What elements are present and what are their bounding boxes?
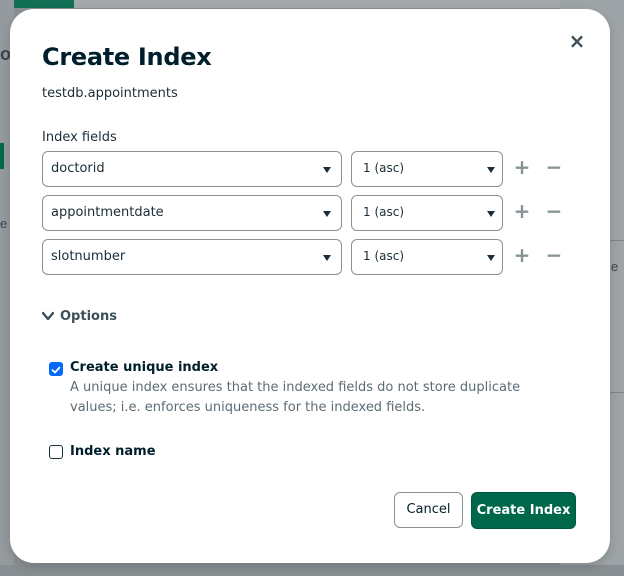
index-fields-label: Index fields <box>42 130 117 145</box>
field-direction-select[interactable]: 1 (asc) <box>351 151 503 187</box>
backdrop-bottom <box>0 565 624 576</box>
close-icon[interactable]: × <box>567 31 587 51</box>
field-name-select[interactable]: doctorid <box>42 151 342 187</box>
field-direction-value: 1 (asc) <box>363 161 405 175</box>
index-field-row: doctorid 1 (asc) + − <box>42 151 562 187</box>
field-name-select[interactable]: appointmentdate <box>42 195 342 231</box>
index-field-row: appointmentdate 1 (asc) + − <box>42 195 562 231</box>
unique-index-checkbox[interactable] <box>49 362 63 376</box>
options-toggle[interactable]: Options <box>41 309 117 324</box>
cancel-button[interactable]: Cancel <box>394 492 463 528</box>
unique-index-description: A unique index ensures that the indexed … <box>70 380 521 415</box>
caret-down-icon <box>487 211 495 217</box>
field-name-value: appointmentdate <box>51 205 164 220</box>
chevron-down-icon <box>41 309 56 324</box>
modal-title: Create Index <box>42 43 212 71</box>
remove-field-icon[interactable]: − <box>544 201 564 221</box>
add-field-icon[interactable]: + <box>512 157 532 177</box>
backdrop-button-edge <box>0 143 4 169</box>
field-name-select[interactable]: slotnumber <box>42 239 342 275</box>
scroll-fade <box>10 459 610 479</box>
index-field-row: slotnumber 1 (asc) + − <box>42 239 562 275</box>
backdrop-text-fragment: e <box>611 259 619 274</box>
create-index-button[interactable]: Create Index <box>471 492 576 529</box>
field-direction-select[interactable]: 1 (asc) <box>351 195 503 231</box>
backdrop-top-strip <box>0 0 624 8</box>
create-index-modal: × Create Index testdb.appointments Index… <box>10 9 610 563</box>
caret-down-icon <box>487 255 495 261</box>
options-label: Options <box>60 309 117 324</box>
caret-down-icon <box>323 167 331 173</box>
backdrop-text-fragment: e <box>0 216 8 231</box>
caret-down-icon <box>487 167 495 173</box>
unique-index-label: Create unique index <box>70 360 219 375</box>
check-icon <box>51 366 61 374</box>
index-name-label: Index name <box>70 444 156 459</box>
field-direction-value: 1 (asc) <box>363 205 405 219</box>
field-direction-value: 1 (asc) <box>363 249 405 263</box>
field-name-value: slotnumber <box>51 249 126 264</box>
caret-down-icon <box>323 255 331 261</box>
remove-field-icon[interactable]: − <box>544 245 564 265</box>
namespace-label: testdb.appointments <box>42 86 178 101</box>
add-field-icon[interactable]: + <box>512 245 532 265</box>
caret-down-icon <box>323 211 331 217</box>
backdrop-divider <box>608 392 624 393</box>
backdrop-divider <box>608 240 624 241</box>
index-name-checkbox[interactable] <box>49 445 63 459</box>
add-field-icon[interactable]: + <box>512 201 532 221</box>
field-direction-select[interactable]: 1 (asc) <box>351 239 503 275</box>
field-name-value: doctorid <box>51 161 105 176</box>
remove-field-icon[interactable]: − <box>544 157 564 177</box>
